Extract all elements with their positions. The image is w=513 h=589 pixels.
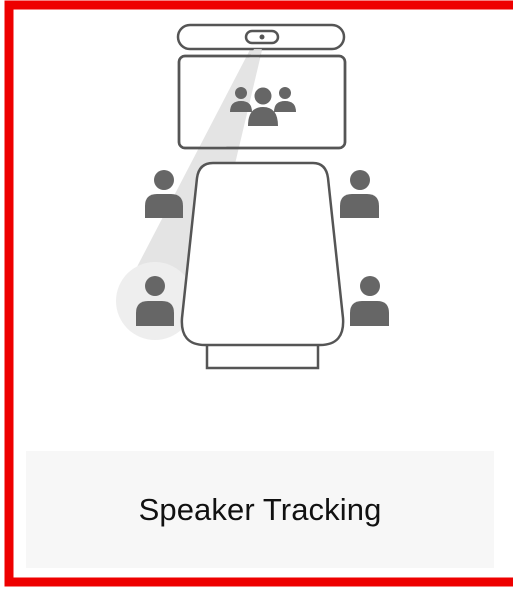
- speaker-tracking-card[interactable]: Speaker Tracking: [0, 0, 513, 589]
- selection-border: [4, 0, 513, 587]
